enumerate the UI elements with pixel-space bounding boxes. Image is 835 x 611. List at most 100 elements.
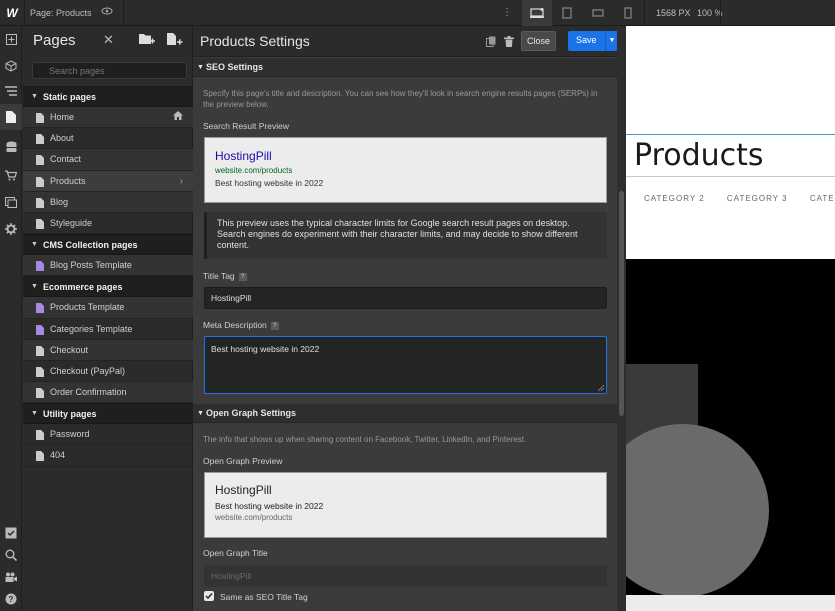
open-graph-settings-header[interactable]: ▼ Open Graph Settings bbox=[193, 404, 617, 423]
divider bbox=[123, 0, 124, 26]
new-page-icon[interactable] bbox=[167, 33, 183, 47]
page-item-404[interactable]: 404 bbox=[23, 445, 193, 467]
close-button[interactable]: Close bbox=[521, 31, 556, 51]
assets-icon[interactable] bbox=[4, 195, 18, 209]
more-options-icon[interactable]: ⋮ bbox=[500, 0, 514, 26]
help-icon[interactable]: ? bbox=[238, 272, 247, 281]
tablet-breakpoint-icon[interactable] bbox=[552, 0, 582, 26]
divider bbox=[626, 134, 835, 135]
group-label: Utility pages bbox=[43, 409, 97, 420]
og-title-input[interactable]: HostingPill bbox=[204, 565, 607, 587]
label-text: Title Tag bbox=[203, 271, 235, 281]
page-icon bbox=[36, 430, 44, 441]
mobile-portrait-icon[interactable] bbox=[613, 0, 643, 26]
og-preview-url: website.com/products bbox=[215, 513, 293, 522]
page-item-contact[interactable]: Contact bbox=[23, 149, 193, 171]
mobile-landscape-icon[interactable] bbox=[583, 0, 613, 26]
video-tutorials-icon[interactable] bbox=[4, 570, 18, 584]
chevron-right-icon: › bbox=[179, 175, 183, 187]
help-icon[interactable]: ? bbox=[4, 592, 18, 606]
page-item-home[interactable]: Home bbox=[23, 107, 193, 129]
canvas-heading[interactable]: Products bbox=[634, 138, 764, 173]
help-icon[interactable]: ? bbox=[270, 321, 279, 330]
trash-icon[interactable] bbox=[504, 36, 514, 47]
settings-gear-icon[interactable] bbox=[4, 222, 18, 236]
task-checklist-icon[interactable] bbox=[4, 526, 18, 540]
group-static-pages[interactable]: ▼ Static pages bbox=[23, 86, 193, 107]
webflow-logo[interactable]: W bbox=[5, 6, 19, 20]
page-item-order-confirmation[interactable]: Order Confirmation bbox=[23, 382, 193, 404]
title-tag-input[interactable]: HostingPill bbox=[204, 287, 607, 309]
serp-preview-card: HostingPill website.com/products Best ho… bbox=[204, 137, 607, 203]
og-title-label: Open Graph Title bbox=[203, 548, 268, 558]
caret-down-icon: ▼ bbox=[31, 283, 38, 291]
close-icon[interactable]: ✕ bbox=[103, 32, 114, 48]
design-canvas[interactable]: Products CATEGORY 2 CATEGORY 3 CATEGO bbox=[626, 26, 835, 611]
page-item-products[interactable]: Products › bbox=[23, 170, 193, 192]
search-icon[interactable] bbox=[4, 548, 18, 562]
page-item-categories-template[interactable]: Categories Template bbox=[23, 319, 193, 340]
category-link[interactable]: CATEGO bbox=[810, 194, 835, 203]
same-as-seo-checkbox[interactable] bbox=[204, 591, 214, 601]
serp-preview-label: Search Result Preview bbox=[203, 121, 289, 131]
save-button[interactable]: Save ▼ bbox=[568, 31, 618, 51]
category-link[interactable]: CATEGORY 2 bbox=[644, 194, 705, 203]
home-icon bbox=[173, 107, 183, 128]
canvas-size-readout: 1568 PX 100 % bbox=[656, 0, 727, 26]
cms-icon[interactable] bbox=[4, 140, 18, 154]
serp-preview-url: website.com/products bbox=[215, 166, 293, 175]
page-item-password[interactable]: Password bbox=[23, 424, 193, 446]
navigator-icon[interactable] bbox=[4, 84, 18, 98]
caret-down-icon: ▼ bbox=[197, 64, 204, 71]
page-icon bbox=[36, 451, 44, 462]
page-item-products-template[interactable]: Products Template bbox=[23, 297, 193, 319]
group-label: CMS Collection pages bbox=[43, 240, 138, 251]
page-item-label: Products Template bbox=[50, 302, 125, 313]
serp-preview-description: Best hosting website in 2022 bbox=[215, 178, 324, 188]
page-icon bbox=[36, 388, 44, 399]
divider bbox=[644, 0, 645, 26]
page-item-label: Products bbox=[50, 175, 86, 186]
search-pages-input[interactable] bbox=[32, 62, 187, 79]
page-icon bbox=[36, 134, 44, 145]
canvas-category-nav: CATEGORY 2 CATEGORY 3 CATEGO bbox=[644, 194, 835, 203]
page-item-checkout-paypal[interactable]: Checkout (PayPal) bbox=[23, 361, 193, 383]
group-ecommerce-pages[interactable]: ▼ Ecommerce pages bbox=[23, 276, 193, 298]
meta-description-textarea[interactable]: Best hosting website in 2022 bbox=[204, 336, 607, 394]
ecommerce-cart-icon[interactable] bbox=[4, 168, 18, 182]
page-item-label: Categories Template bbox=[50, 323, 133, 334]
duplicate-icon[interactable] bbox=[486, 36, 496, 47]
preview-eye-icon[interactable] bbox=[98, 0, 116, 26]
label-text: Meta Description bbox=[203, 320, 267, 330]
group-utility-pages[interactable]: ▼ Utility pages bbox=[23, 403, 193, 425]
page-item-label: Checkout (PayPal) bbox=[50, 365, 126, 376]
new-folder-icon[interactable] bbox=[139, 33, 155, 47]
og-preview-description: Best hosting website in 2022 bbox=[215, 501, 324, 511]
page-item-styleguide[interactable]: Styleguide bbox=[23, 213, 193, 235]
category-link[interactable]: CATEGORY 3 bbox=[727, 194, 788, 203]
add-panel-icon[interactable] bbox=[4, 32, 18, 46]
resize-handle-icon[interactable] bbox=[595, 382, 605, 392]
pages-icon[interactable] bbox=[0, 104, 22, 130]
page-item-label: Blog Posts Template bbox=[50, 260, 132, 271]
seo-settings-header[interactable]: ▼ SEO Settings bbox=[193, 58, 617, 77]
save-button-label: Save bbox=[576, 35, 597, 45]
group-cms-collection-pages[interactable]: ▼ CMS Collection pages bbox=[23, 234, 193, 256]
page-item-blog[interactable]: Blog bbox=[23, 191, 193, 213]
desktop-breakpoint-icon[interactable] bbox=[522, 0, 552, 26]
pages-panel-title: Pages bbox=[33, 32, 76, 49]
scrollbar-thumb[interactable] bbox=[619, 191, 624, 416]
left-toolbar: ? bbox=[0, 26, 22, 611]
settings-scrollbar[interactable] bbox=[617, 26, 626, 611]
divider bbox=[626, 176, 835, 177]
svg-text:?: ? bbox=[9, 595, 14, 604]
template-page-icon bbox=[36, 303, 44, 314]
og-preview-card: HostingPill Best hosting website in 2022… bbox=[204, 472, 607, 538]
page-item-checkout[interactable]: Checkout bbox=[23, 339, 193, 361]
meta-description-value: Best hosting website in 2022 bbox=[211, 344, 320, 354]
symbols-icon[interactable] bbox=[4, 59, 18, 73]
page-item-about[interactable]: About bbox=[23, 128, 193, 150]
page-item-label: Home bbox=[50, 112, 75, 122]
page-item-blog-posts-template[interactable]: Blog Posts Template bbox=[23, 255, 193, 277]
zoom-readout: 100 % bbox=[697, 8, 723, 18]
